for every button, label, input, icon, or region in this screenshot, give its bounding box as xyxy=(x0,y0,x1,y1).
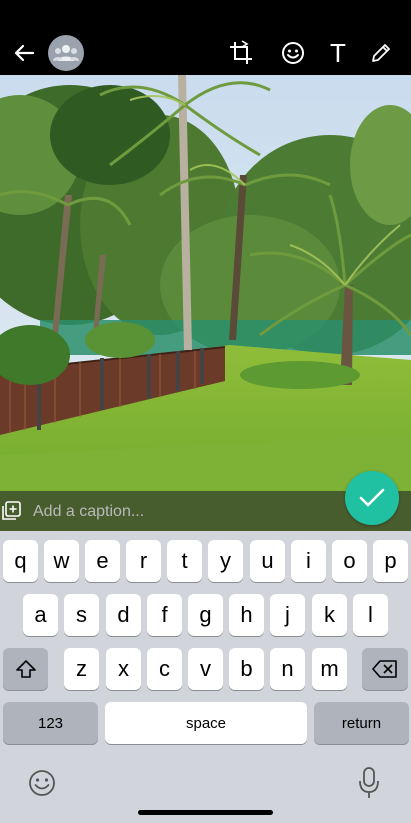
backspace-icon xyxy=(372,660,397,678)
key-r[interactable]: r xyxy=(126,540,161,582)
key-v[interactable]: v xyxy=(188,648,223,690)
key-m[interactable]: m xyxy=(312,648,347,690)
checkmark-icon xyxy=(359,488,385,507)
key-k[interactable]: k xyxy=(312,594,347,636)
key-n[interactable]: n xyxy=(270,648,305,690)
key-z[interactable]: z xyxy=(64,648,99,690)
on-screen-keyboard: q w e r t y u i o p a s d f g h j k l z … xyxy=(0,531,411,823)
key-y[interactable]: y xyxy=(208,540,243,582)
key-l[interactable]: l xyxy=(353,594,388,636)
text-icon[interactable]: T xyxy=(321,36,355,70)
group-avatar-icon[interactable] xyxy=(48,35,84,71)
shift-icon xyxy=(15,660,36,678)
key-g[interactable]: g xyxy=(188,594,223,636)
key-h[interactable]: h xyxy=(229,594,264,636)
sticker-icon[interactable] xyxy=(276,36,310,70)
key-j[interactable]: j xyxy=(270,594,305,636)
back-arrow-icon[interactable] xyxy=(7,36,41,70)
text-tool-label: T xyxy=(330,37,346,68)
return-key[interactable]: return xyxy=(314,702,409,744)
key-c[interactable]: c xyxy=(147,648,182,690)
key-x[interactable]: x xyxy=(106,648,141,690)
caption-input[interactable] xyxy=(33,501,333,523)
key-a[interactable]: a xyxy=(23,594,58,636)
key-t[interactable]: t xyxy=(167,540,202,582)
media-editor-screen: T Add a caption... q w e r t y u i o p a… xyxy=(0,0,411,823)
key-w[interactable]: w xyxy=(44,540,79,582)
key-o[interactable]: o xyxy=(332,540,367,582)
crop-rotate-icon[interactable] xyxy=(224,36,258,70)
space-key[interactable]: space xyxy=(105,702,307,744)
delete-key[interactable] xyxy=(362,648,408,690)
home-indicator xyxy=(138,810,273,815)
key-f[interactable]: f xyxy=(147,594,182,636)
pencil-icon[interactable] xyxy=(364,36,398,70)
send-button[interactable] xyxy=(345,471,399,525)
editor-toolbar: T xyxy=(0,0,411,75)
key-e[interactable]: e xyxy=(85,540,120,582)
key-b[interactable]: b xyxy=(229,648,264,690)
keyboard-bottom-bar xyxy=(0,756,411,823)
add-media-icon[interactable] xyxy=(1,501,21,521)
key-s[interactable]: s xyxy=(64,594,99,636)
numbers-key[interactable]: 123 xyxy=(3,702,98,744)
key-q[interactable]: q xyxy=(3,540,38,582)
key-i[interactable]: i xyxy=(291,540,326,582)
shift-key[interactable] xyxy=(3,648,48,690)
key-d[interactable]: d xyxy=(106,594,141,636)
microphone-icon[interactable] xyxy=(356,766,382,800)
key-u[interactable]: u xyxy=(250,540,285,582)
emoji-icon[interactable] xyxy=(27,768,57,798)
photo-preview xyxy=(0,75,411,540)
key-p[interactable]: p xyxy=(373,540,408,582)
